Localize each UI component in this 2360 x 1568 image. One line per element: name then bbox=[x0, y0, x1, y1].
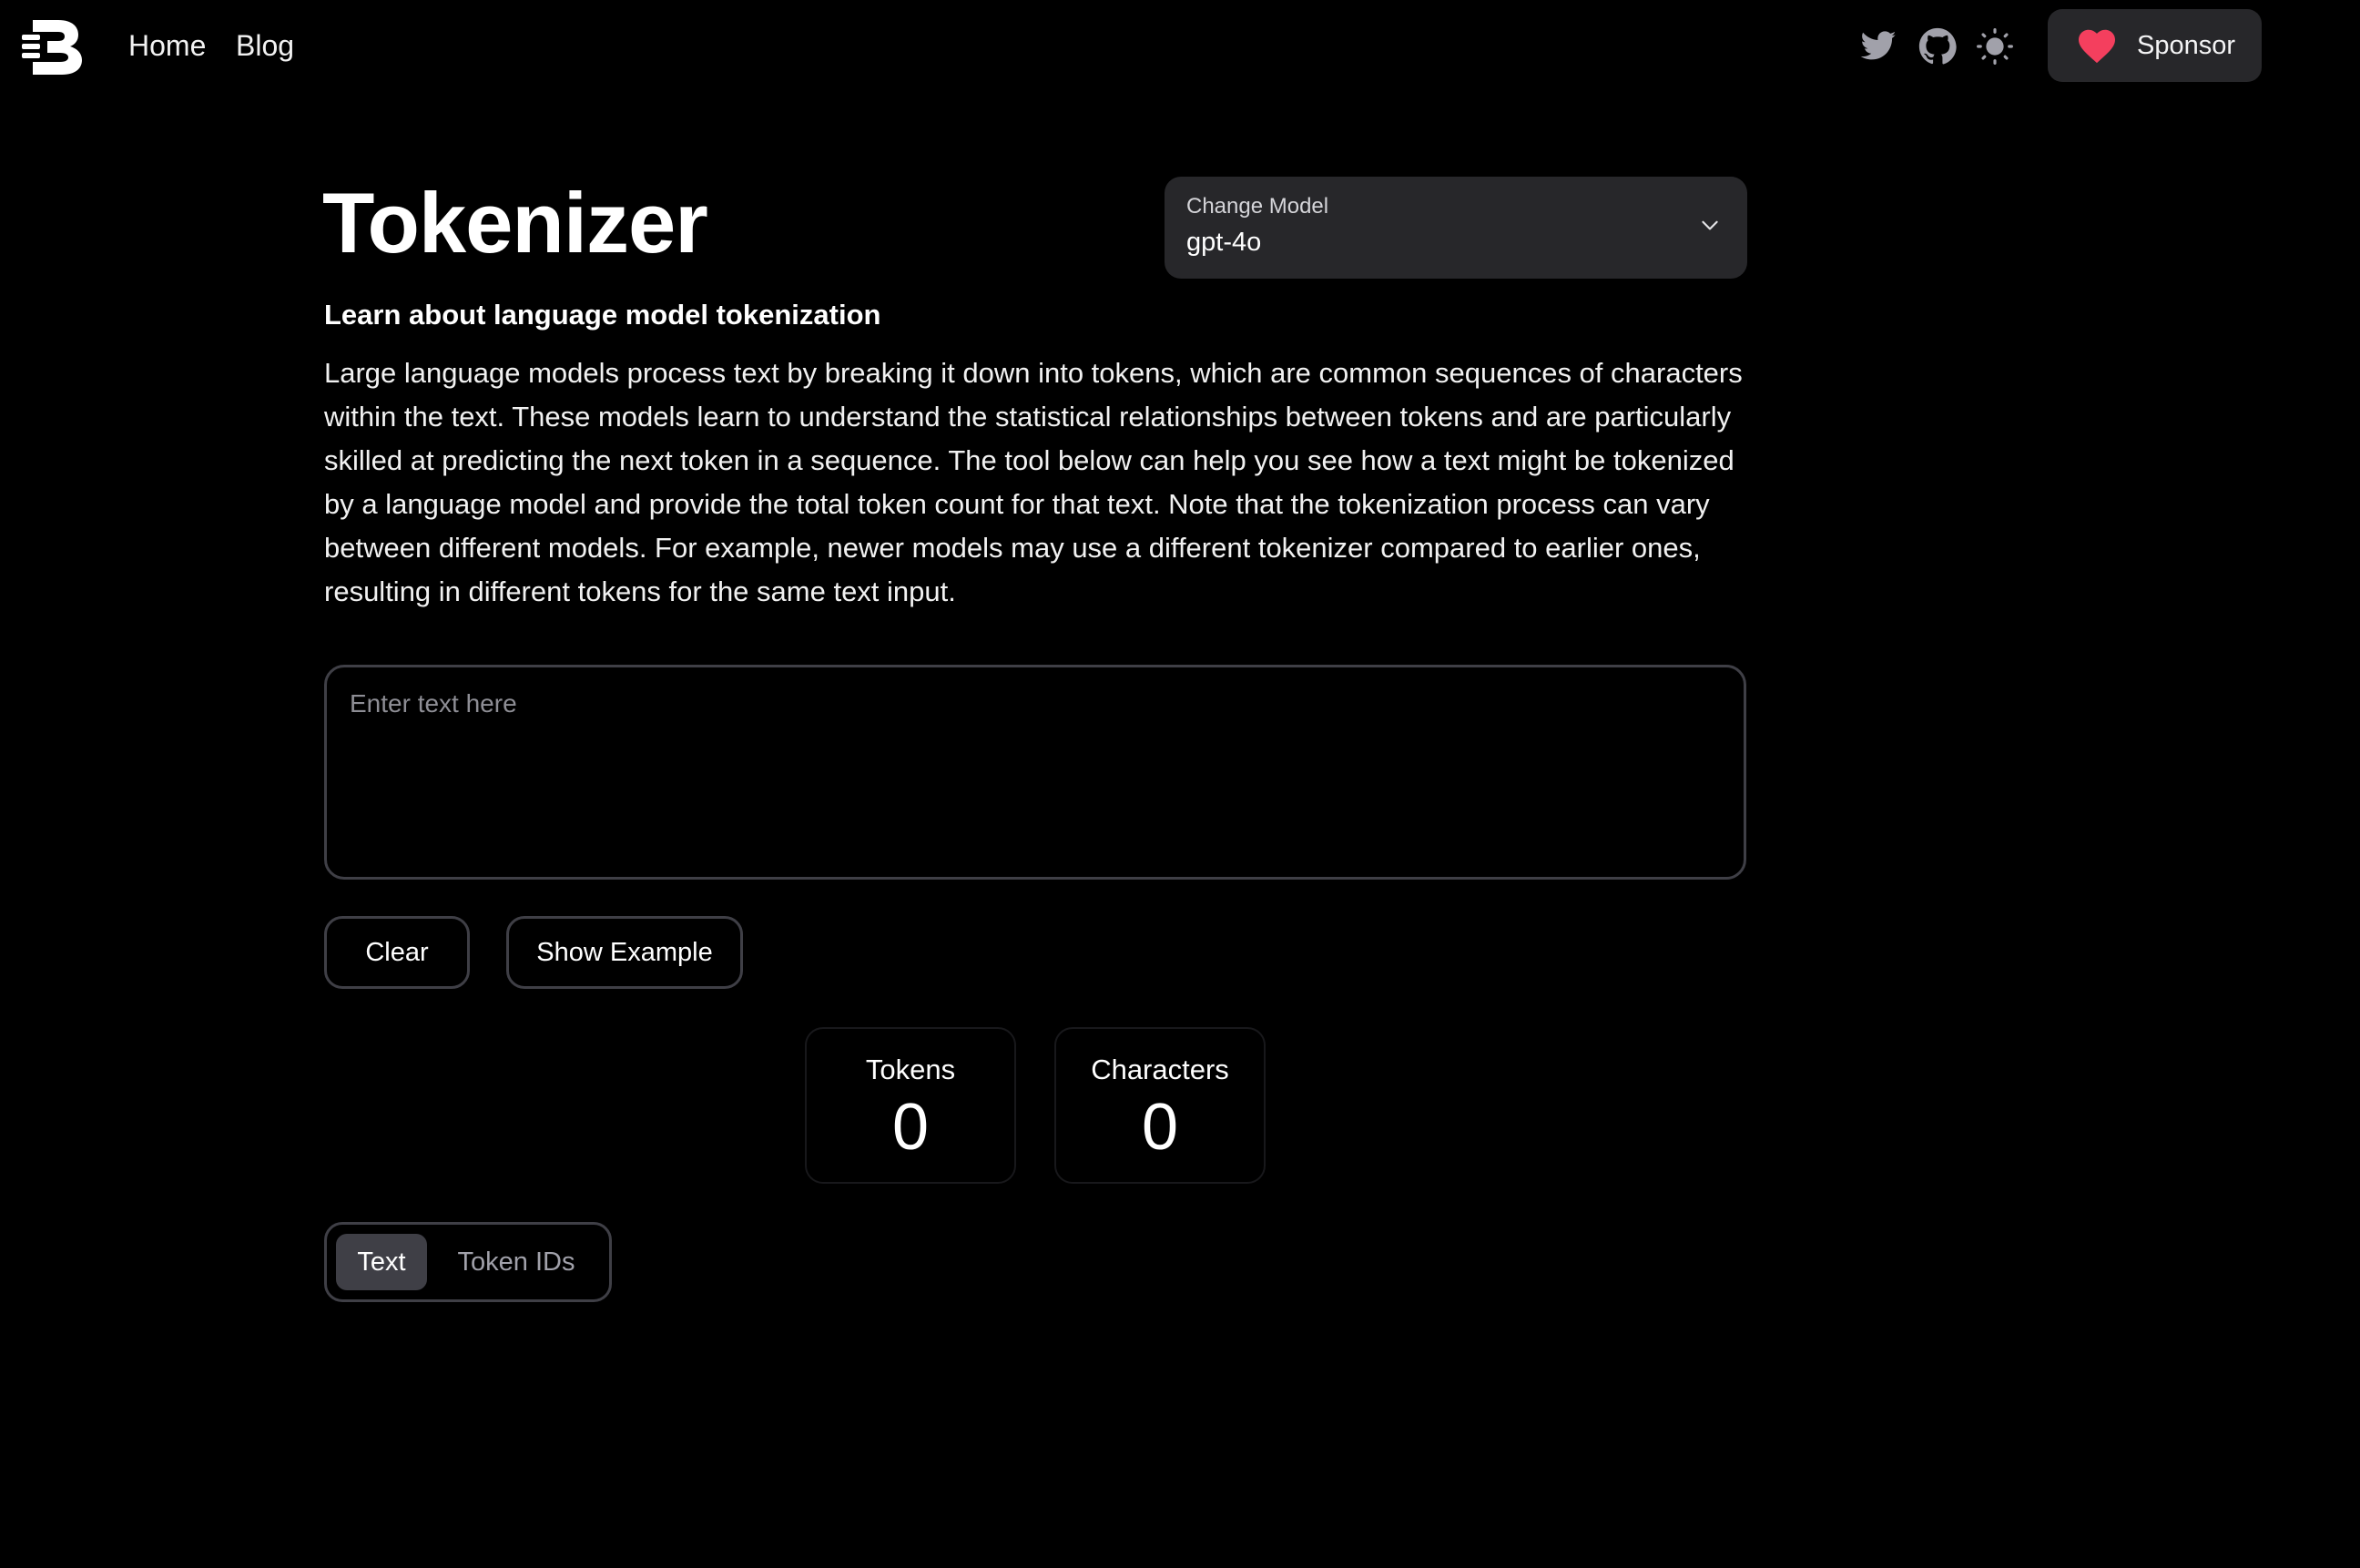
page-subtitle: Learn about language model tokenization bbox=[324, 299, 881, 331]
tokens-label: Tokens bbox=[865, 1054, 956, 1085]
heart-icon bbox=[2079, 29, 2115, 64]
theme-toggle-sun-icon[interactable] bbox=[1976, 27, 2014, 66]
clear-button[interactable]: Clear bbox=[324, 916, 470, 989]
nav-home-link[interactable]: Home bbox=[128, 27, 206, 64]
model-select-label: Change Model bbox=[1186, 194, 1329, 219]
show-example-button[interactable]: Show Example bbox=[506, 916, 743, 989]
nav-blog-link[interactable]: Blog bbox=[236, 27, 294, 64]
chevron-down-icon bbox=[1702, 220, 1718, 230]
characters-stat-card: Characters 0 bbox=[1054, 1027, 1266, 1184]
view-toggle: Text Token IDs bbox=[324, 1222, 612, 1302]
view-toggle-token-ids[interactable]: Token IDs bbox=[434, 1234, 598, 1290]
page-title: Tokenizer bbox=[322, 175, 708, 270]
tokens-count: 0 bbox=[891, 1091, 930, 1164]
github-icon[interactable] bbox=[1918, 27, 1957, 66]
logo-icon[interactable] bbox=[20, 16, 86, 76]
model-select[interactable]: Change Model gpt-4o bbox=[1165, 177, 1747, 279]
text-input[interactable] bbox=[324, 665, 1746, 880]
view-toggle-text[interactable]: Text bbox=[336, 1234, 427, 1290]
page-description: Large language models process text by br… bbox=[324, 357, 1743, 607]
sponsor-label: Sponsor bbox=[2137, 30, 2236, 60]
sponsor-button[interactable]: Sponsor bbox=[2048, 9, 2262, 82]
twitter-icon[interactable] bbox=[1859, 27, 1897, 66]
characters-label: Characters bbox=[1091, 1054, 1229, 1085]
characters-count: 0 bbox=[1141, 1091, 1179, 1164]
model-select-value: gpt-4o bbox=[1186, 228, 1262, 257]
tokens-stat-card: Tokens 0 bbox=[805, 1027, 1016, 1184]
